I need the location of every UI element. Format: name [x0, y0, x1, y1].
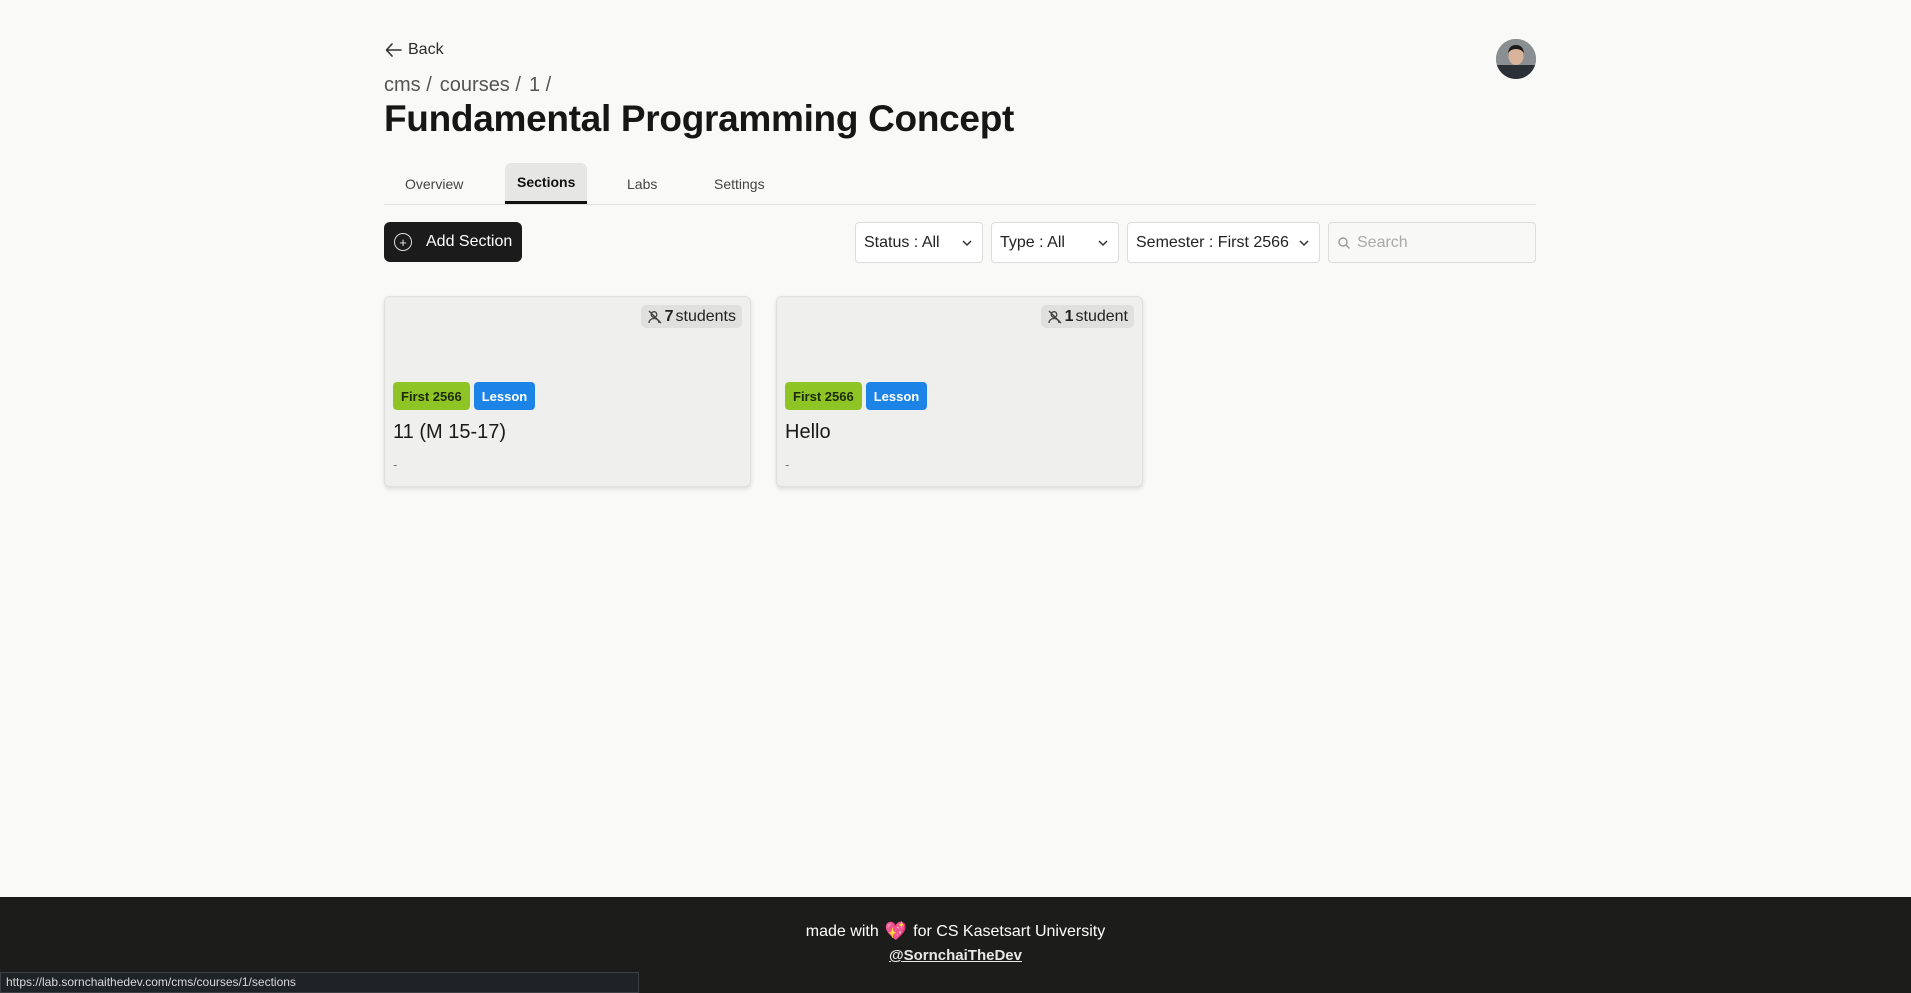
plus-circle-icon: +	[394, 233, 412, 251]
footer-for-text: for CS Kasetsart University	[913, 922, 1106, 940]
footer-made-with: made with	[805, 922, 879, 940]
tab-overview[interactable]: Overview	[393, 163, 475, 204]
section-description: -	[785, 457, 790, 472]
tab-labs[interactable]: Labs	[615, 163, 669, 204]
section-description: -	[393, 457, 398, 472]
semester-badge: First 2566	[785, 382, 862, 410]
breadcrumb: cms / courses / 1 /	[384, 74, 551, 97]
author-handle-link[interactable]: @SornchaiTheDev	[0, 947, 1911, 964]
section-name: Hello	[785, 421, 831, 443]
status-filter-value: Status : All	[864, 233, 940, 251]
arrow-left-icon	[385, 43, 402, 57]
type-badge: Lesson	[473, 382, 536, 410]
back-label: Back	[408, 41, 444, 58]
add-section-button[interactable]: + Add Section	[384, 222, 522, 262]
chevron-down-icon	[1098, 239, 1108, 246]
breadcrumb-courses[interactable]: courses /	[440, 74, 521, 97]
type-filter-select[interactable]: Type : All	[991, 222, 1119, 263]
user-off-icon	[647, 310, 662, 323]
breadcrumb-cms[interactable]: cms /	[384, 74, 432, 97]
student-count-unit: students	[675, 307, 736, 325]
heart-icon: 💖	[884, 921, 908, 941]
tab-settings[interactable]: Settings	[702, 163, 777, 204]
student-count-unit: student	[1075, 307, 1128, 325]
search-box	[1328, 222, 1536, 263]
badge-group: First 2566 Lesson	[785, 382, 928, 410]
chevron-down-icon	[1299, 239, 1309, 246]
search-icon	[1338, 236, 1350, 249]
semester-badge: First 2566	[393, 382, 470, 410]
semester-filter-select[interactable]: Semester : First 2566	[1127, 222, 1320, 263]
add-section-label: Add Section	[426, 233, 513, 250]
status-bar-url: https://lab.sornchaithedev.com/cms/cours…	[0, 972, 639, 993]
user-photo-icon	[1496, 39, 1536, 79]
type-badge: Lesson	[865, 382, 928, 410]
breadcrumb-course-id[interactable]: 1 /	[529, 74, 551, 97]
tab-bar: Overview Sections Labs Settings	[384, 163, 1536, 205]
student-count-badge: 1 student	[1040, 305, 1134, 328]
badge-group: First 2566 Lesson	[393, 382, 536, 410]
semester-filter-value: Semester : First 2566	[1136, 233, 1289, 251]
footer-credit: made with 💖 for CS Kasetsart University	[0, 921, 1911, 942]
tab-sections[interactable]: Sections	[505, 163, 588, 204]
section-name: 11 (M 15-17)	[393, 421, 507, 443]
avatar[interactable]	[1496, 39, 1536, 79]
student-count: 1	[1064, 307, 1074, 325]
back-link[interactable]: Back	[384, 40, 444, 60]
student-count: 7	[664, 307, 674, 325]
type-filter-value: Type : All	[1000, 233, 1065, 251]
search-input[interactable]	[1357, 233, 1527, 252]
user-off-icon	[1047, 310, 1062, 323]
status-filter-select[interactable]: Status : All	[855, 222, 983, 263]
student-count-badge: 7 students	[640, 305, 742, 328]
chevron-down-icon	[962, 239, 972, 246]
section-card[interactable]: 1 student First 2566 Lesson Hello -	[776, 296, 1143, 487]
page-title: Fundamental Programming Concept	[384, 98, 1015, 139]
section-card[interactable]: 7 students First 2566 Lesson 11 (M 15-17…	[384, 296, 751, 487]
